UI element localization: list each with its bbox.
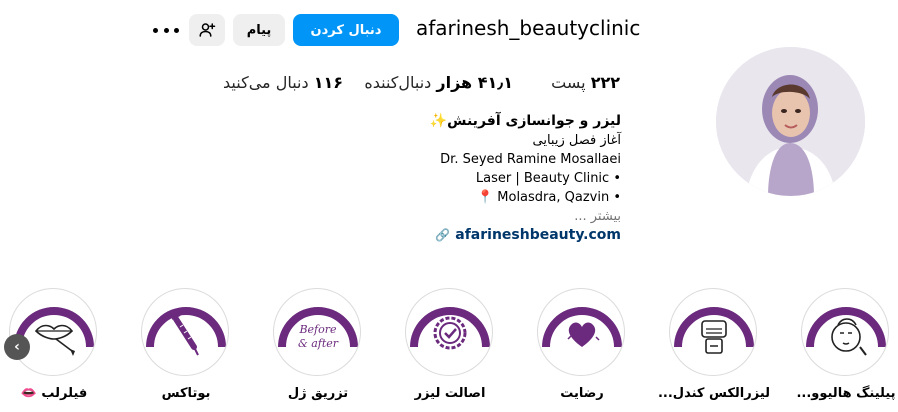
more-options-icon — [153, 27, 158, 33]
following-stat[interactable]: ۱۱۶ دنبال می‌کنید — [223, 73, 343, 92]
follow-button[interactable]: دنبال کردن — [293, 14, 399, 46]
highlight-label: رضایت — [560, 386, 604, 401]
highlight-peeling[interactable]: پیلینگ هالیوو... — [796, 288, 896, 401]
highlight-gel-injection[interactable]: Before & after تزریق ژل — [273, 288, 363, 401]
syringe-icon — [146, 307, 226, 356]
before-after-icon: Before & after — [278, 307, 358, 350]
highlight-laser-authenticity[interactable]: اصالت لیزر — [405, 288, 495, 401]
profile-bio: لیزر و جوانسازی آفرینش✨ آغاز فصل زیبایی … — [361, 112, 621, 245]
posts-count: ۲۲۲ — [590, 73, 620, 92]
avatar[interactable] — [716, 47, 865, 196]
verified-badge-icon — [410, 307, 490, 350]
highlight-label: فیلرلب 👄 — [20, 386, 88, 401]
followers-label: دنبال‌کننده — [364, 73, 432, 92]
highlight-satisfaction[interactable]: رضایت — [537, 288, 627, 401]
highlight-botox[interactable]: بوتاکس — [141, 288, 231, 401]
website-text: afarineshbeauty.com — [455, 227, 621, 243]
bio-line: 📍 Molasdra, Qazvin • — [476, 190, 621, 205]
heart-satisfaction-icon — [542, 307, 622, 348]
face-peeling-icon — [806, 307, 886, 356]
posts-label: پست — [551, 73, 586, 92]
bio-website-link[interactable]: 🔗 afarineshbeauty.com — [361, 226, 621, 245]
scroll-left-button[interactable]: ‹ — [4, 334, 30, 360]
laser-device-icon — [674, 307, 754, 354]
followers-stat[interactable]: ۴۱٫۱ هزار دنبال‌کننده — [364, 73, 513, 92]
bio-more-link[interactable]: بیشتر ... — [361, 207, 621, 226]
following-count: ۱۱۶ — [313, 73, 343, 92]
following-label: دنبال می‌کنید — [223, 73, 309, 92]
bio-line: Dr. Seyed Ramine Mosallaei — [440, 152, 621, 167]
add-user-button[interactable] — [189, 14, 225, 46]
before-text: Before — [298, 323, 337, 336]
bio-line: Laser | Beauty Clinic • — [475, 171, 621, 186]
add-user-icon — [199, 23, 216, 37]
bio-line: آغاز فصل زیبایی — [532, 133, 621, 148]
more-options-button[interactable] — [153, 20, 179, 40]
followers-count: ۴۱٫۱ هزار — [436, 73, 513, 92]
profile-username: afarinesh_beautyclinic — [416, 16, 641, 40]
highlight-label: اصالت لیزر — [414, 386, 486, 401]
lips-filler-icon — [14, 307, 94, 356]
link-icon: 🔗 — [435, 228, 451, 242]
highlight-label: پیلینگ هالیوو... — [796, 386, 896, 401]
highlight-lip-filler[interactable]: فیلرلب 👄 — [9, 288, 99, 401]
after-text: & after — [298, 337, 339, 350]
highlight-label: لیزرالکس کندل... — [657, 386, 771, 401]
posts-stat: ۲۲۲ پست — [551, 73, 620, 92]
chevron-left-icon: ‹ — [14, 339, 20, 355]
highlight-label: بوتاکس — [161, 386, 211, 401]
bio-name: لیزر و جوانسازی آفرینش✨ — [429, 113, 621, 129]
message-button[interactable]: پیام — [233, 14, 285, 46]
highlight-laser-candela[interactable]: لیزرالکس کندل... — [658, 288, 770, 401]
profile-photo — [716, 47, 865, 196]
highlight-label: تزریق ژل — [287, 386, 349, 401]
